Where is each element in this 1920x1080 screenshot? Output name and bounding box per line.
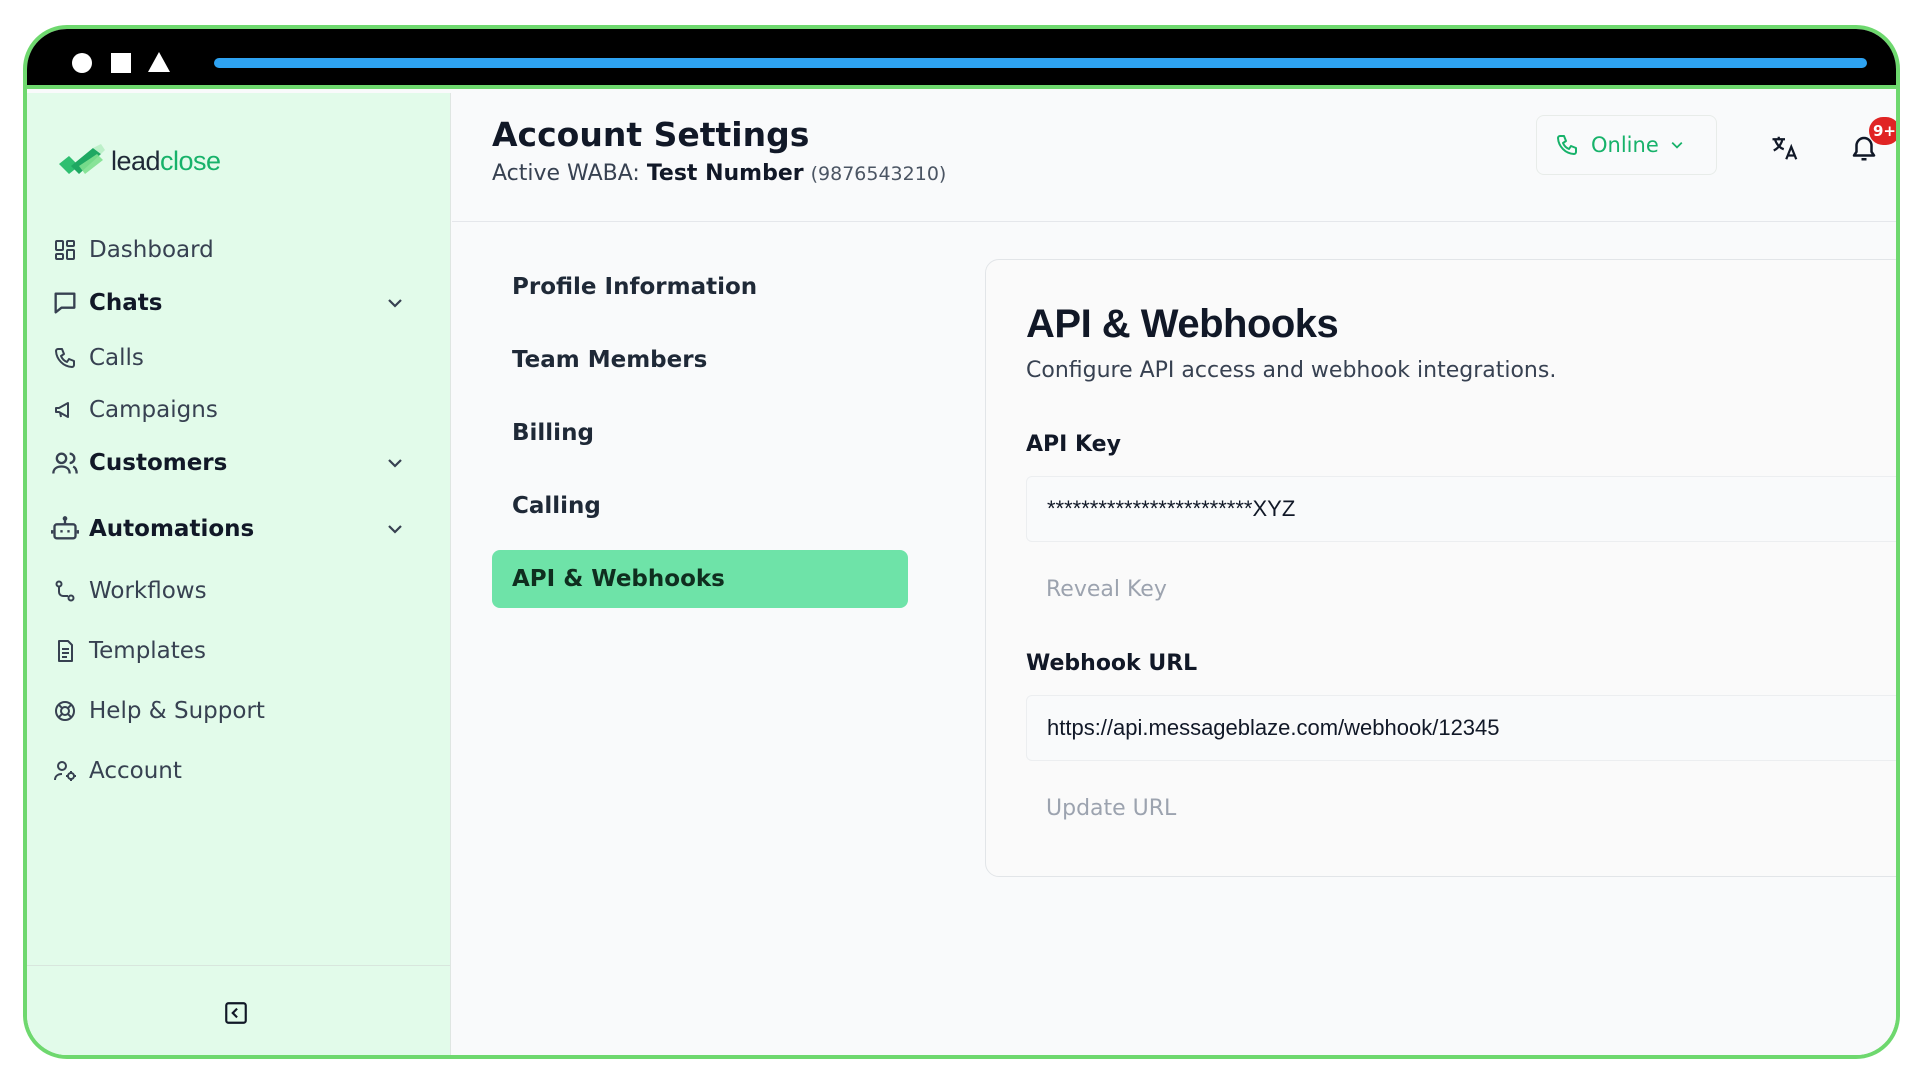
device-frame: leadclose Dashboard Chats Calls Campaign… — [23, 25, 1900, 1059]
sidebar-item-calls[interactable]: Calls — [51, 336, 431, 380]
brand-logo[interactable]: leadclose — [57, 141, 221, 181]
document-icon — [51, 637, 79, 665]
settings-tab-team-members[interactable]: Team Members — [492, 331, 908, 389]
square-control-icon[interactable] — [111, 53, 131, 73]
chevron-down-icon[interactable] — [385, 519, 405, 539]
status-label: Online — [1591, 133, 1659, 157]
main-content: Account Settings Active WABA: Test Numbe… — [452, 93, 1896, 1055]
sidebar-item-label: Automations — [89, 516, 255, 542]
lifebuoy-icon — [51, 697, 79, 725]
triangle-control-icon[interactable] — [148, 52, 170, 72]
settings-tab-api-webhooks[interactable]: API & Webhooks — [492, 550, 908, 608]
sidebar-item-help-support[interactable]: Help & Support — [51, 689, 431, 733]
sidebar-item-campaigns[interactable]: Campaigns — [51, 388, 431, 432]
sidebar-item-label: Dashboard — [89, 237, 214, 263]
sidebar-item-customers[interactable]: Customers — [51, 441, 431, 485]
sidebar-item-label: Calls — [89, 345, 144, 371]
sidebar-item-chats[interactable]: Chats — [51, 281, 431, 325]
phone-icon — [1555, 133, 1579, 157]
api-webhooks-panel: API & Webhooks Configure API access and … — [985, 259, 1896, 877]
api-key-label: API Key — [1026, 432, 1121, 457]
chevron-down-icon — [1669, 137, 1685, 153]
waba-prefix: Active WABA: — [492, 161, 640, 186]
sidebar-item-label: Campaigns — [89, 397, 218, 423]
sidebar-item-label: Customers — [89, 450, 228, 476]
sidebar-item-label: Workflows — [89, 578, 207, 604]
waba-phone: (9876543210) — [810, 163, 947, 185]
api-key-field[interactable]: ************************XYZ — [1026, 476, 1896, 542]
sidebar-item-label: Chats — [89, 290, 163, 316]
chevron-down-icon[interactable] — [385, 453, 405, 473]
sidebar-item-label: Help & Support — [89, 698, 265, 724]
address-bar — [214, 58, 1867, 68]
bot-icon — [51, 515, 79, 543]
waba-name: Test Number — [646, 161, 804, 186]
sidebar-item-automations[interactable]: Automations — [51, 507, 431, 551]
users-icon — [51, 449, 79, 477]
page-header: Account Settings Active WABA: Test Numbe… — [452, 93, 1896, 222]
dashboard-icon — [51, 236, 79, 264]
notification-badge: 9+ — [1869, 117, 1896, 145]
megaphone-icon — [51, 396, 79, 424]
brand-name-lead: lead — [111, 145, 161, 176]
collapse-sidebar-icon[interactable] — [223, 1000, 249, 1026]
online-status-dropdown[interactable]: Online — [1536, 115, 1717, 175]
chevron-down-icon[interactable] — [385, 293, 405, 313]
update-url-button[interactable]: Update URL — [1026, 781, 1186, 835]
sidebar: leadclose Dashboard Chats Calls Campaign… — [27, 93, 451, 1055]
settings-tab-profile-information[interactable]: Profile Information — [492, 258, 908, 316]
brand-name: leadclose — [111, 146, 221, 177]
window-top-bar — [27, 29, 1896, 89]
circle-control-icon[interactable] — [72, 53, 92, 73]
workflow-icon — [51, 577, 79, 605]
webhook-url-label: Webhook URL — [1026, 651, 1198, 676]
translate-icon[interactable] — [1770, 133, 1802, 165]
chat-bubble-icon — [51, 289, 79, 317]
sidebar-item-label: Account — [89, 758, 182, 784]
sidebar-item-dashboard[interactable]: Dashboard — [51, 228, 431, 272]
brand-name-close: close — [160, 145, 221, 176]
settings-tab-billing[interactable]: Billing — [492, 404, 908, 462]
phone-icon — [51, 344, 79, 372]
user-gear-icon — [51, 757, 79, 785]
settings-tab-calling[interactable]: Calling — [492, 477, 908, 535]
panel-subtitle: Configure API access and webhook integra… — [1026, 358, 1557, 383]
webhook-url-field[interactable]: https://api.messageblaze.com/webhook/123… — [1026, 695, 1896, 761]
sidebar-item-templates[interactable]: Templates — [51, 629, 431, 673]
active-waba: Active WABA: Test Number (9876543210) — [492, 161, 946, 186]
sidebar-item-workflows[interactable]: Workflows — [51, 569, 431, 613]
reveal-key-button[interactable]: Reveal Key — [1026, 562, 1186, 616]
sidebar-footer — [27, 965, 450, 1055]
sidebar-item-label: Templates — [89, 638, 206, 664]
leadclose-logo-icon — [57, 144, 107, 178]
sidebar-item-account[interactable]: Account — [51, 749, 431, 793]
panel-title: API & Webhooks — [1026, 302, 1339, 346]
page-title: Account Settings — [492, 115, 810, 154]
